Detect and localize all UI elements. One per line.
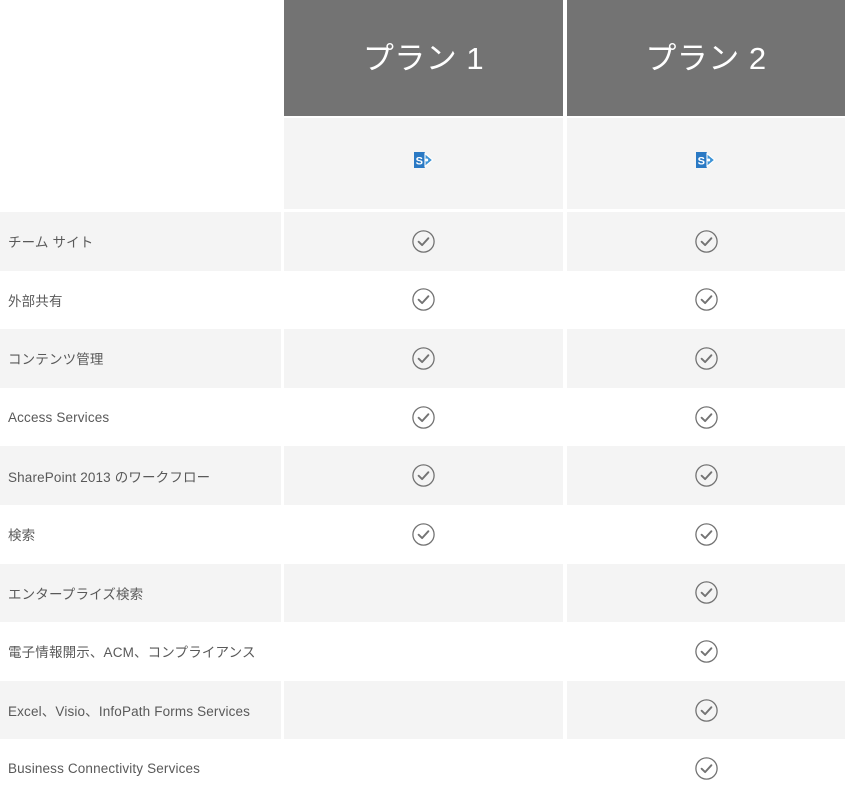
plan2-availability-cell xyxy=(567,563,845,623)
plan1-availability-cell xyxy=(284,329,563,388)
plan2-availability-cell xyxy=(567,622,845,681)
feature-label: Access Services xyxy=(0,387,281,447)
plan2-availability-cell xyxy=(567,212,845,271)
plan1-availability-cell xyxy=(284,563,563,623)
check-circle-icon xyxy=(412,288,435,312)
feature-label: エンタープライズ検索 xyxy=(0,563,281,623)
sharepoint-logo-icon: S xyxy=(413,151,433,168)
check-circle-icon xyxy=(412,347,435,370)
table-row: 検索 xyxy=(0,504,845,564)
feature-label: 外部共有 xyxy=(0,270,281,330)
plan2-availability-cell xyxy=(567,446,845,505)
feature-label: 検索 xyxy=(0,504,281,564)
check-circle-icon xyxy=(694,523,718,546)
feature-label: チーム サイト xyxy=(0,212,281,271)
plan1-availability-cell xyxy=(284,387,563,447)
plan-comparison-table: プラン 1 プラン 2 S S チーム サイト 外部共有 コンテンツ管理 Access xyxy=(0,0,845,799)
sharepoint-logo-icon: S xyxy=(696,151,716,168)
plan1-availability-cell xyxy=(284,212,563,271)
plan2-availability-cell xyxy=(567,387,845,447)
feature-label: SharePoint 2013 のワークフロー xyxy=(0,446,281,505)
table-row: SharePoint 2013 のワークフロー xyxy=(0,446,845,505)
check-circle-icon xyxy=(694,288,718,312)
plan1-availability-cell xyxy=(284,622,563,681)
plan2-availability-cell xyxy=(567,680,845,740)
plan2-availability-cell xyxy=(567,504,845,564)
column-header-plan2: プラン 2 xyxy=(567,0,845,116)
svg-text:S: S xyxy=(415,155,422,167)
check-circle-icon xyxy=(694,464,718,487)
feature-label: 電子情報開示、ACM、コンプライアンス xyxy=(0,622,281,681)
feature-label: コンテンツ管理 xyxy=(0,329,281,388)
feature-label: Business Connectivity Services xyxy=(0,739,281,798)
plan2-availability-cell xyxy=(567,329,845,388)
check-circle-icon xyxy=(412,523,435,546)
plan1-availability-cell xyxy=(284,270,563,330)
check-circle-icon xyxy=(412,230,435,253)
plan1-availability-cell xyxy=(284,504,563,564)
check-circle-icon xyxy=(694,230,718,253)
check-circle-icon xyxy=(694,347,718,370)
plan2-availability-cell xyxy=(567,739,845,798)
table-row: チーム サイト xyxy=(0,212,845,271)
table-row: Access Services xyxy=(0,387,845,447)
table-row: Business Connectivity Services xyxy=(0,739,845,798)
column-header-plan1: プラン 1 xyxy=(284,0,563,116)
plan1-availability-cell xyxy=(284,446,563,505)
check-circle-icon xyxy=(412,405,435,429)
check-circle-icon xyxy=(694,405,718,429)
feature-label: Excel、Visio、InfoPath Forms Services xyxy=(0,680,281,740)
plan2-availability-cell xyxy=(567,270,845,330)
table-row: コンテンツ管理 xyxy=(0,329,845,388)
svg-text:S: S xyxy=(698,155,705,167)
check-circle-icon xyxy=(412,464,435,487)
table-row: 外部共有 xyxy=(0,270,845,330)
plan1-availability-cell xyxy=(284,739,563,798)
table-row: エンタープライズ検索 xyxy=(0,563,845,623)
plan1-availability-cell xyxy=(284,680,563,740)
check-circle-icon xyxy=(694,581,718,605)
table-row: 電子情報開示、ACM、コンプライアンス xyxy=(0,622,845,681)
table-header-row: プラン 1 プラン 2 xyxy=(0,0,845,116)
feature-rows: チーム サイト 外部共有 コンテンツ管理 Access Services SharePo… xyxy=(0,212,845,798)
check-circle-icon xyxy=(694,698,718,722)
check-circle-icon xyxy=(694,757,718,780)
table-row: Excel、Visio、InfoPath Forms Services xyxy=(0,680,845,740)
check-circle-icon xyxy=(694,640,718,663)
product-logo-cell-plan1: S xyxy=(284,118,563,209)
product-logo-row: S S xyxy=(0,118,845,209)
product-logo-cell-plan2: S xyxy=(567,118,845,209)
